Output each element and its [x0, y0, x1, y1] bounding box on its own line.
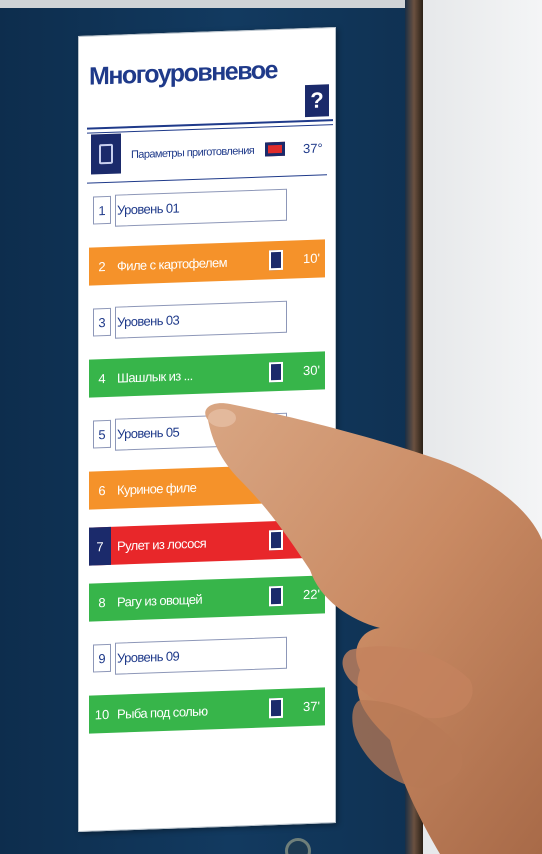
door-icon[interactable] — [269, 697, 283, 719]
level-number: 5 — [93, 419, 111, 449]
level-time: 22' — [303, 586, 320, 603]
level-name: Филе с картофелем — [117, 254, 227, 274]
touch-screen: Многоуровневое ? Параметры приготовления… — [78, 26, 336, 833]
door-icon[interactable] — [269, 361, 283, 383]
door-icon[interactable] — [269, 529, 283, 551]
level-name: Рыба под солью — [117, 702, 208, 722]
door-icon[interactable] — [269, 585, 283, 607]
level-time: 10' — [303, 250, 320, 267]
level-row-5[interactable]: 5 Уровень 05 — [89, 407, 325, 453]
level-time: 37' — [303, 698, 320, 715]
level-list: 1 Уровень 01 2 Филе с картофелем 10' 3 Уровень… — [79, 183, 335, 734]
level-row-2[interactable]: 2 Филе с картофелем 10' — [89, 239, 325, 286]
level-number: 4 — [98, 370, 106, 386]
level-name: Уровень 05 — [117, 423, 180, 442]
level-row-10[interactable]: 10 Рыба под солью 37' — [89, 687, 325, 734]
level-number: 9 — [93, 643, 111, 673]
level-row-9[interactable]: 9 Уровень 09 — [89, 631, 325, 677]
level-name: Куриное филе — [117, 479, 197, 498]
program-icon[interactable] — [91, 133, 121, 175]
level-row-3[interactable]: 3 Уровень 03 — [89, 295, 325, 341]
level-name: Уровень 09 — [117, 647, 180, 666]
level-row-8[interactable]: 8 Рагу из овощей 22' — [89, 575, 325, 622]
level-number: 6 — [98, 482, 106, 498]
level-name: Рагу из овощей — [117, 591, 203, 610]
background — [423, 0, 542, 854]
level-number: 2 — [98, 258, 106, 274]
level-name: Уровень 01 — [117, 199, 180, 218]
level-number: 8 — [98, 594, 106, 610]
level-row-7[interactable]: 7 Рулет из лосося — [89, 519, 325, 566]
screen-header: Многоуровневое ? — [79, 28, 335, 134]
level-number: 3 — [93, 307, 111, 337]
level-name: Уровень 03 — [117, 311, 180, 330]
help-button[interactable]: ? — [305, 84, 329, 118]
level-row-1[interactable]: 1 Уровень 01 — [89, 183, 325, 229]
program-label: Параметры приготовления — [131, 144, 255, 162]
program-status-swatch — [265, 141, 285, 157]
level-name: Шашлык из ... — [117, 367, 193, 386]
page-title: Многоуровневое — [89, 56, 277, 91]
level-time: 12' — [303, 474, 320, 491]
level-number: 7 — [89, 526, 111, 566]
door-icon[interactable] — [269, 249, 283, 271]
door-icon[interactable] — [269, 473, 283, 495]
level-row-4[interactable]: 4 Шашлык из ... 30' — [89, 351, 325, 398]
level-time: 30' — [303, 362, 320, 379]
device-top-edge — [0, 0, 420, 8]
program-settings-row[interactable]: Параметры приготовления 37° — [79, 120, 335, 181]
level-number: 1 — [93, 195, 111, 225]
device-side-edge — [405, 0, 423, 854]
document-icon — [99, 143, 113, 165]
program-value: 37° — [303, 140, 323, 157]
level-name: Рулет из лосося — [117, 535, 207, 554]
level-row-6[interactable]: 6 Куриное филе 12' — [89, 463, 325, 510]
level-number: 10 — [94, 706, 110, 722]
